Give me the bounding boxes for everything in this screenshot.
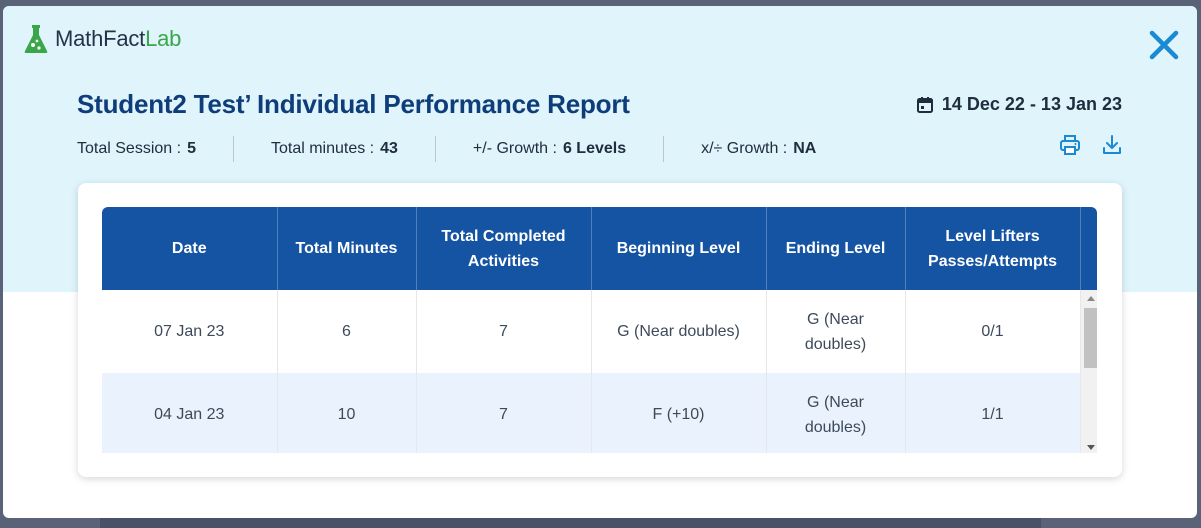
cell-date: 07 Jan 23 — [102, 290, 278, 373]
date-range-text: 14 Dec 22 - 13 Jan 23 — [941, 94, 1122, 114]
cell-ending-level: G (Near doubles) — [766, 290, 906, 373]
stat-label: Total Session : — [77, 140, 182, 157]
stats-bar: Total Session : 5 Total minutes : 43 +/-… — [77, 136, 853, 162]
stat-mul-div-growth: x/÷ Growth : NA — [664, 140, 853, 158]
close-icon[interactable] — [1147, 28, 1181, 62]
cell-beginning-level: F (+10) — [591, 373, 767, 453]
scroll-down-arrow-icon[interactable] — [1086, 445, 1095, 450]
print-icon[interactable] — [1059, 134, 1081, 156]
scrollbar-thumb[interactable] — [1083, 308, 1097, 368]
stat-value: NA — [793, 140, 817, 157]
cell-total-completed-activities: 7 — [416, 373, 592, 453]
header-filler — [1080, 207, 1097, 290]
date-range: 14 Dec 22 - 13 Jan 23 — [916, 94, 1122, 115]
cell-level-lifters: 1/1 — [905, 373, 1081, 453]
cell-total-minutes: 6 — [277, 290, 417, 373]
app-name-lab: Lab — [145, 26, 182, 51]
table-header-row: Date Total Minutes Total Completed Activ… — [102, 207, 1097, 290]
stat-label: x/÷ Growth : — [701, 140, 788, 157]
stat-value: 6 Levels — [562, 140, 627, 157]
cell-level-lifters: 0/1 — [905, 290, 1081, 373]
stat-value: 43 — [380, 140, 398, 157]
cell-date: 04 Jan 23 — [102, 373, 278, 453]
report-table: Date Total Minutes Total Completed Activ… — [102, 207, 1097, 453]
column-header-total-completed-activities[interactable]: Total Completed Activities — [416, 207, 592, 290]
stat-label: +/- Growth : — [472, 140, 557, 157]
calendar-icon — [916, 96, 933, 113]
column-header-level-lifters[interactable]: Level Lifters Passes/Attempts — [905, 207, 1081, 290]
page-title: Student2 Test’ Individual Performance Re… — [77, 89, 630, 119]
app-logo: MathFactLab — [23, 24, 181, 54]
stat-total-minutes: Total minutes : 43 — [234, 140, 435, 158]
column-header-beginning-level[interactable]: Beginning Level — [591, 207, 767, 290]
report-actions — [1059, 134, 1123, 156]
table-row: 07 Jan 23 6 7 G (Near doubles) G (Near d… — [102, 290, 1097, 453]
stat-label: Total minutes : — [270, 140, 375, 157]
column-header-date[interactable]: Date — [102, 207, 278, 290]
scroll-up-arrow-icon[interactable] — [1086, 296, 1095, 301]
download-icon[interactable] — [1101, 134, 1123, 156]
app-name: MathFactLab — [55, 26, 181, 52]
app-name-math: MathFact — [55, 26, 146, 51]
stat-total-session: Total Session : 5 — [77, 140, 233, 158]
cell-total-minutes: 10 — [277, 373, 417, 453]
table-scrollbar[interactable] — [1080, 290, 1097, 453]
stat-value: 5 — [187, 140, 196, 157]
report-card: Date Total Minutes Total Completed Activ… — [78, 183, 1122, 477]
report-table-scroll[interactable]: Date Total Minutes Total Completed Activ… — [102, 207, 1097, 453]
cell-total-completed-activities: 7 — [416, 290, 592, 373]
cell-beginning-level: G (Near doubles) — [591, 290, 767, 373]
flask-icon — [24, 25, 48, 53]
cell-ending-level: G (Near doubles) — [766, 373, 906, 453]
report-modal: MathFactLab Student2 Test’ Individual Pe… — [3, 6, 1197, 518]
column-header-total-minutes[interactable]: Total Minutes — [277, 207, 417, 290]
column-header-ending-level[interactable]: Ending Level — [766, 207, 906, 290]
table-row: 04 Jan 23 10 7 F (+10) G (Near doubles) … — [102, 373, 1097, 453]
stat-add-sub-growth: +/- Growth : 6 Levels — [436, 140, 663, 158]
